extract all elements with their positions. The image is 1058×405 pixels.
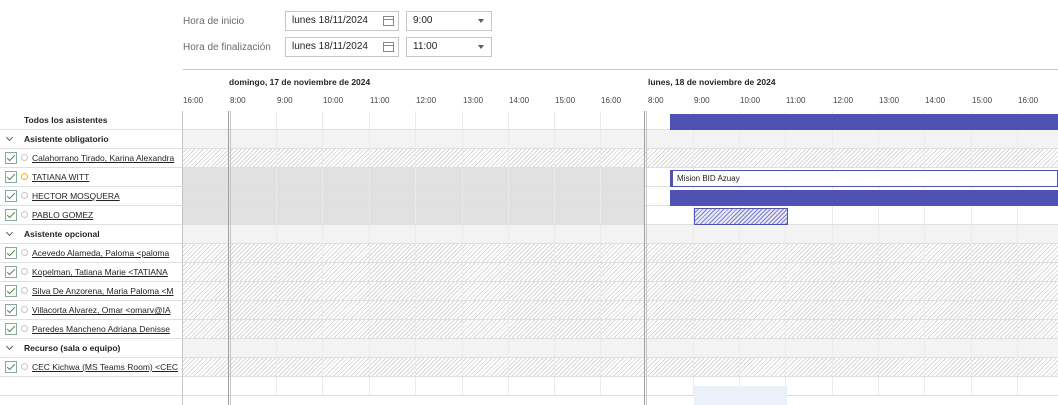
status-icon (21, 154, 28, 161)
hour-label: 13:00 (879, 96, 900, 105)
end-time-value: 11:00 (413, 41, 438, 52)
calendar-icon[interactable] (383, 42, 394, 52)
attendee-checkbox[interactable] (5, 361, 17, 373)
status-icon (21, 287, 28, 294)
group-title: Asistente opcional (24, 229, 100, 239)
attendee-row: Kopelman, Tatiana Marie <TATIANA (0, 263, 1058, 282)
chevron-down-icon[interactable] (5, 228, 14, 237)
tentative-block (694, 208, 788, 225)
day2-label: lunes, 18 de noviembre de 2024 (648, 77, 776, 87)
start-date-field[interactable]: lunes 18/11/2024 (285, 11, 399, 31)
status-icon (21, 363, 28, 370)
all-attendees-busy-bar (670, 114, 1058, 130)
hour-label: 14:00 (509, 96, 530, 105)
hour-label: 15:00 (972, 96, 993, 105)
busy-bar (670, 190, 1058, 206)
chevron-down-icon[interactable] (5, 133, 14, 142)
hour-label: 9:00 (694, 96, 710, 105)
optional-group-header: Asistente opcional (0, 225, 1058, 244)
attendee-checkbox[interactable] (5, 209, 17, 221)
hour-label: 16:00 (601, 96, 622, 105)
start-time-label: Hora de inicio (183, 16, 245, 27)
day1-label: domingo, 17 de noviembre de 2024 (229, 77, 371, 87)
hour-label: 12:00 (833, 96, 854, 105)
hour-label: 9:00 (277, 96, 293, 105)
attendee-checkbox[interactable] (5, 152, 17, 164)
hour-label: 10:00 (323, 96, 344, 105)
attendee-name[interactable]: Kopelman, Tatiana Marie <TATIANA (32, 267, 178, 277)
attendee-row: Acevedo Alameda, Paloma <paloma (0, 244, 1058, 263)
status-icon (21, 249, 28, 256)
attendee-checkbox[interactable] (5, 323, 17, 335)
attendee-name[interactable]: TATIANA WITT (32, 172, 178, 182)
hour-label: 10:00 (740, 96, 761, 105)
status-icon (21, 268, 28, 275)
attendee-checkbox[interactable] (5, 285, 17, 297)
start-date-value: lunes 18/11/2024 (292, 15, 368, 26)
hour-label: 8:00 (648, 96, 664, 105)
attendee-name[interactable]: PABLO GOMEZ (32, 210, 178, 220)
selected-time-range (694, 386, 787, 405)
chevron-down-icon[interactable] (478, 19, 484, 23)
scheduling-grid[interactable]: domingo, 17 de noviembre de 2024 lunes, … (0, 69, 1058, 405)
end-date-value: lunes 18/11/2024 (292, 41, 368, 52)
attendee-name[interactable]: Villacorta Alvarez, Omar <omarv@IA (32, 305, 178, 315)
attendee-name[interactable]: HECTOR MOSQUERA (32, 191, 178, 201)
hour-label: 15:00 (555, 96, 576, 105)
attendee-name[interactable]: CEC Kichwa (MS Teams Room) <CEC (32, 362, 178, 372)
empty-row (0, 377, 1058, 396)
start-time-value: 9:00 (413, 15, 433, 26)
attendee-row: CEC Kichwa (MS Teams Room) <CEC (0, 358, 1058, 377)
status-icon (21, 192, 28, 199)
attendee-name[interactable]: Paredes Mancheno Adriana Denisse (32, 324, 178, 334)
attendee-name[interactable]: Silva De Anzorena, Maria Paloma <M (32, 286, 178, 296)
calendar-event[interactable]: Mision BID Azuay (670, 170, 1058, 187)
status-icon (21, 325, 28, 332)
attendee-name[interactable]: Acevedo Alameda, Paloma <paloma (32, 248, 178, 258)
hour-label: 12:00 (416, 96, 437, 105)
calendar-icon[interactable] (383, 16, 394, 26)
resource-group-header: Recurso (sala o equipo) (0, 339, 1058, 358)
hour-label: 11:00 (786, 96, 806, 105)
end-time-dropdown[interactable]: 11:00 (406, 37, 492, 57)
end-date-field[interactable]: lunes 18/11/2024 (285, 37, 399, 57)
chevron-down-icon[interactable] (5, 342, 14, 351)
attendee-name[interactable]: Calahorrano Tirado, Karina Alexandra (32, 153, 178, 163)
attendee-checkbox[interactable] (5, 171, 17, 183)
timeline-header (183, 69, 1058, 112)
start-time-dropdown[interactable]: 9:00 (406, 11, 492, 31)
status-icon (21, 173, 28, 180)
attendee-row: Calahorrano Tirado, Karina Alexandra (0, 149, 1058, 168)
status-icon (21, 306, 28, 313)
chevron-down-icon[interactable] (478, 45, 484, 49)
attendee-row: Villacorta Alvarez, Omar <omarv@IA (0, 301, 1058, 320)
status-icon (21, 211, 28, 218)
hour-label: 8:00 (230, 96, 246, 105)
attendee-row: PABLO GOMEZ (0, 206, 1058, 225)
event-title: Mision BID Azuay (677, 174, 740, 183)
attendee-row: Paredes Mancheno Adriana Denisse (0, 320, 1058, 339)
attendee-checkbox[interactable] (5, 304, 17, 316)
group-title: Recurso (sala o equipo) (24, 343, 121, 353)
attendee-checkbox[interactable] (5, 247, 17, 259)
hour-label: 16:00 (1018, 96, 1039, 105)
hour-label: 13:00 (463, 96, 484, 105)
attendee-row: Silva De Anzorena, Maria Paloma <M (0, 282, 1058, 301)
all-attendees-label: Todos los asistentes (24, 115, 108, 125)
required-group-header: Asistente obligatorio (0, 130, 1058, 149)
group-title: Asistente obligatorio (24, 134, 109, 144)
attendee-checkbox[interactable] (5, 266, 17, 278)
end-time-label: Hora de finalización (183, 42, 271, 53)
hour-label: 14:00 (925, 96, 946, 105)
hour-label: 11:00 (370, 96, 390, 105)
attendee-checkbox[interactable] (5, 190, 17, 202)
hour-label: 16:00 (183, 96, 204, 105)
